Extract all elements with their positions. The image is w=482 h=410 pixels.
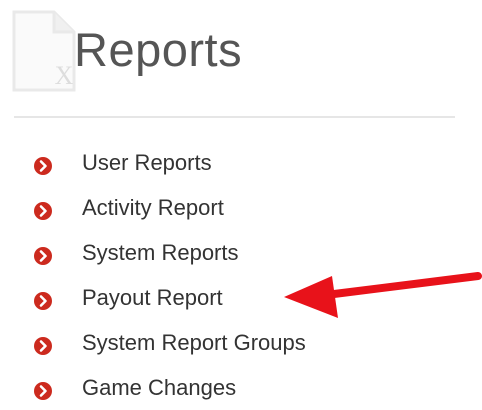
report-item-label[interactable]: Game Changes	[82, 375, 236, 401]
report-item-label[interactable]: System Reports	[82, 240, 239, 266]
report-item-label[interactable]: System Report Groups	[82, 330, 306, 356]
page-title: Reports	[74, 23, 243, 76]
arrow-circle-right-icon	[34, 157, 52, 175]
report-item-label[interactable]: User Reports	[82, 150, 212, 176]
arrow-circle-right-icon	[34, 247, 52, 265]
arrow-circle-right-icon	[34, 382, 52, 400]
header-divider	[14, 116, 455, 118]
report-item-label[interactable]: Activity Report	[82, 195, 224, 221]
excel-icon-letter: X	[55, 61, 74, 90]
arrow-circle-right-icon	[34, 337, 52, 355]
red-arrow-pointer	[284, 272, 482, 318]
arrow-circle-right-icon	[34, 202, 52, 220]
reports-page: X Reports User Reports Activity Report S…	[0, 0, 482, 410]
excel-file-icon: X	[12, 10, 76, 92]
arrow-circle-right-icon	[34, 292, 52, 310]
report-item-label[interactable]: Payout Report	[82, 285, 223, 311]
